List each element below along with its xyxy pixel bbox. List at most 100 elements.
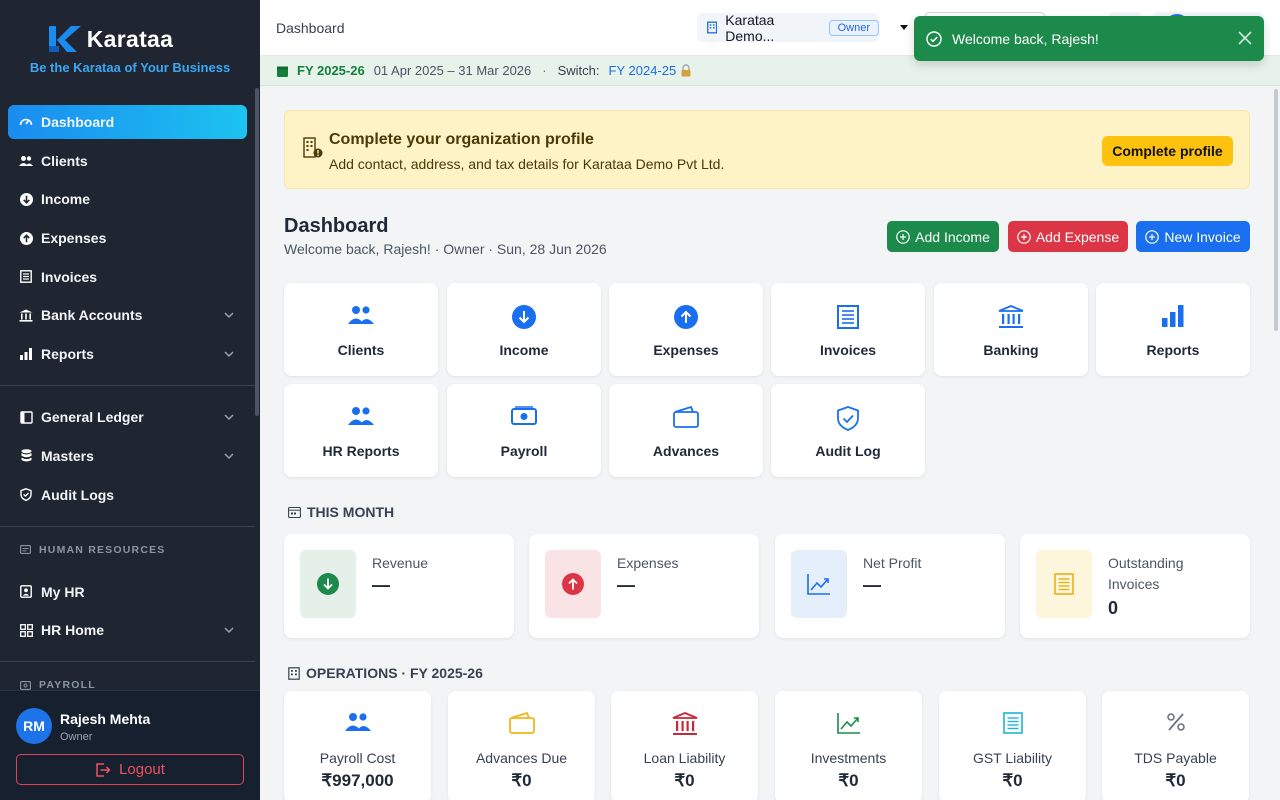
ops-label: GST Liability <box>972 750 1053 766</box>
tile-income[interactable]: Income <box>447 283 601 376</box>
stat-card-outstanding-invoices[interactable]: Outstanding Invoices 0 <box>1020 534 1250 638</box>
stat-icon-box <box>791 550 847 618</box>
sidebar-scrollbar[interactable] <box>255 88 259 416</box>
logout-button[interactable]: Logout <box>16 754 244 785</box>
brand: Karataa Be the Karataa of Your Business <box>0 0 260 88</box>
ops-card-tds-payable[interactable]: TDS Payable ₹0 <box>1102 691 1249 800</box>
ops-value: ₹0 <box>838 771 859 790</box>
tile-label: HR Reports <box>322 443 400 459</box>
building-icon <box>707 21 718 34</box>
bar-chart-icon <box>19 347 33 361</box>
new-invoice-button[interactable]: New Invoice <box>1136 221 1250 252</box>
tile-expenses[interactable]: Expenses <box>609 283 763 376</box>
chevron-down-icon <box>224 627 234 634</box>
sidebar-item-clients[interactable]: Clients <box>8 144 247 178</box>
avatar[interactable]: RM <box>16 708 52 744</box>
karataa-logo-icon <box>48 26 81 52</box>
ops-value: ₹0 <box>1002 771 1023 790</box>
tile-hr-reports[interactable]: HR Reports <box>284 384 438 477</box>
operations-heading: OPERATIONS · FY 2025-26 <box>288 665 483 681</box>
users-icon <box>348 306 374 324</box>
ops-card-loan-liability[interactable]: Loan Liability ₹0 <box>611 691 758 800</box>
id-card-icon <box>20 545 31 554</box>
plus-circle-icon <box>1017 229 1031 244</box>
sidebar-item-general-ledger[interactable]: General Ledger <box>8 400 247 434</box>
building-icon <box>288 666 300 680</box>
tile-clients[interactable]: Clients <box>284 283 438 376</box>
tile-payroll[interactable]: Payroll <box>447 384 601 477</box>
ops-card-investments[interactable]: Investments ₹0 <box>775 691 922 800</box>
bank-icon <box>998 305 1024 328</box>
banner-subtitle: Add contact, address, and tax details fo… <box>329 156 725 172</box>
building-alert-icon <box>303 137 323 158</box>
ops-label: TDS Payable <box>1134 750 1217 766</box>
org-selector[interactable]: Karataa Demo... Owner <box>697 11 879 44</box>
nav-section-label: HUMAN RESOURCES <box>39 543 166 556</box>
logout-label: Logout <box>119 761 165 778</box>
user-name: Rajesh Mehta <box>60 711 151 727</box>
banner-title: Complete your organization profile <box>329 131 594 148</box>
add-income-button[interactable]: Add Income <box>887 221 999 252</box>
sidebar-item-reports[interactable]: Reports <box>8 337 247 371</box>
nav-section-human-resources: HUMAN RESOURCES <box>8 541 247 559</box>
tile-audit-log[interactable]: Audit Log <box>771 384 925 477</box>
sidebar-item-label: Dashboard <box>41 114 115 130</box>
plus-circle-icon <box>896 229 910 244</box>
page-subtitle: Welcome back, Rajesh! · Owner · Sun, 28 … <box>284 241 607 257</box>
sidebar-item-hr-home[interactable]: HR Home <box>8 613 247 647</box>
sidebar-item-masters[interactable]: Masters <box>8 439 247 473</box>
complete-profile-button[interactable]: Complete profile <box>1102 136 1233 166</box>
switch-label: Switch: <box>557 63 600 78</box>
receipt-icon <box>1002 712 1023 734</box>
stat-card-net-profit[interactable]: Net Profit — <box>775 534 1005 638</box>
sidebar-item-income[interactable]: Income <box>8 182 247 216</box>
brand-tagline: Be the Karataa of Your Business <box>29 60 231 75</box>
tile-advances[interactable]: Advances <box>609 384 763 477</box>
tile-invoices[interactable]: Invoices <box>771 283 925 376</box>
nav-divider <box>0 661 255 663</box>
ops-value: ₹0 <box>674 771 695 790</box>
sidebar-nav: Dashboard Clients Income Expenses Invoic… <box>0 105 255 710</box>
users-icon <box>348 407 374 425</box>
arrow-up-circle-icon <box>562 573 584 595</box>
stat-card-expenses[interactable]: Expenses — <box>529 534 759 638</box>
sidebar-item-my-hr[interactable]: My HR <box>8 575 247 609</box>
bar-chart-icon <box>1162 305 1184 327</box>
sidebar-item-bank-accounts[interactable]: Bank Accounts <box>8 298 247 332</box>
stat-value: — <box>372 575 390 595</box>
sidebar-item-label: Audit Logs <box>41 486 115 503</box>
caret-down-icon[interactable] <box>900 25 908 30</box>
stat-label: Expenses <box>617 555 679 571</box>
wallet-icon <box>673 406 699 428</box>
check-circle-icon <box>926 30 942 47</box>
book-icon <box>19 410 33 424</box>
sidebar-item-dashboard[interactable]: Dashboard <box>8 105 247 139</box>
content-scrollbar[interactable] <box>1274 89 1278 331</box>
ops-card-payroll-cost[interactable]: Payroll Cost ₹997,000 <box>284 691 431 800</box>
stat-label: Outstanding Invoices <box>1108 555 1184 592</box>
switch-fiscal-year-link[interactable]: FY 2024-25 <box>609 63 677 78</box>
brand-name: Karataa <box>86 25 174 52</box>
tile-banking[interactable]: Banking <box>934 283 1088 376</box>
section-label: OPERATIONS · FY 2025-26 <box>306 665 483 681</box>
ops-card-gst-liability[interactable]: GST Liability ₹0 <box>939 691 1086 800</box>
close-icon[interactable] <box>1238 31 1252 45</box>
tile-reports[interactable]: Reports <box>1096 283 1250 376</box>
sidebar-item-expenses[interactable]: Expenses <box>8 221 247 255</box>
add-expense-button[interactable]: Add Expense <box>1008 221 1128 252</box>
ops-label: Investments <box>810 750 887 766</box>
tile-label: Advances <box>652 443 720 459</box>
bank-icon <box>672 712 697 735</box>
nav-divider <box>0 385 255 387</box>
brand-logo[interactable]: Karataa <box>0 24 260 54</box>
stat-card-revenue[interactable]: Revenue — <box>284 534 514 638</box>
sidebar-item-invoices[interactable]: Invoices <box>8 260 247 294</box>
users-icon <box>344 713 371 731</box>
stat-label: Revenue <box>372 555 429 571</box>
sidebar-item-label: Invoices <box>41 268 98 285</box>
ops-label: Advances Due <box>475 750 568 766</box>
ops-card-advances-due[interactable]: Advances Due ₹0 <box>448 691 595 800</box>
sidebar-item-label: Expenses <box>41 230 107 247</box>
sidebar-item-audit-logs[interactable]: Audit Logs <box>8 478 247 512</box>
org-name: Karataa Demo... <box>725 11 775 44</box>
